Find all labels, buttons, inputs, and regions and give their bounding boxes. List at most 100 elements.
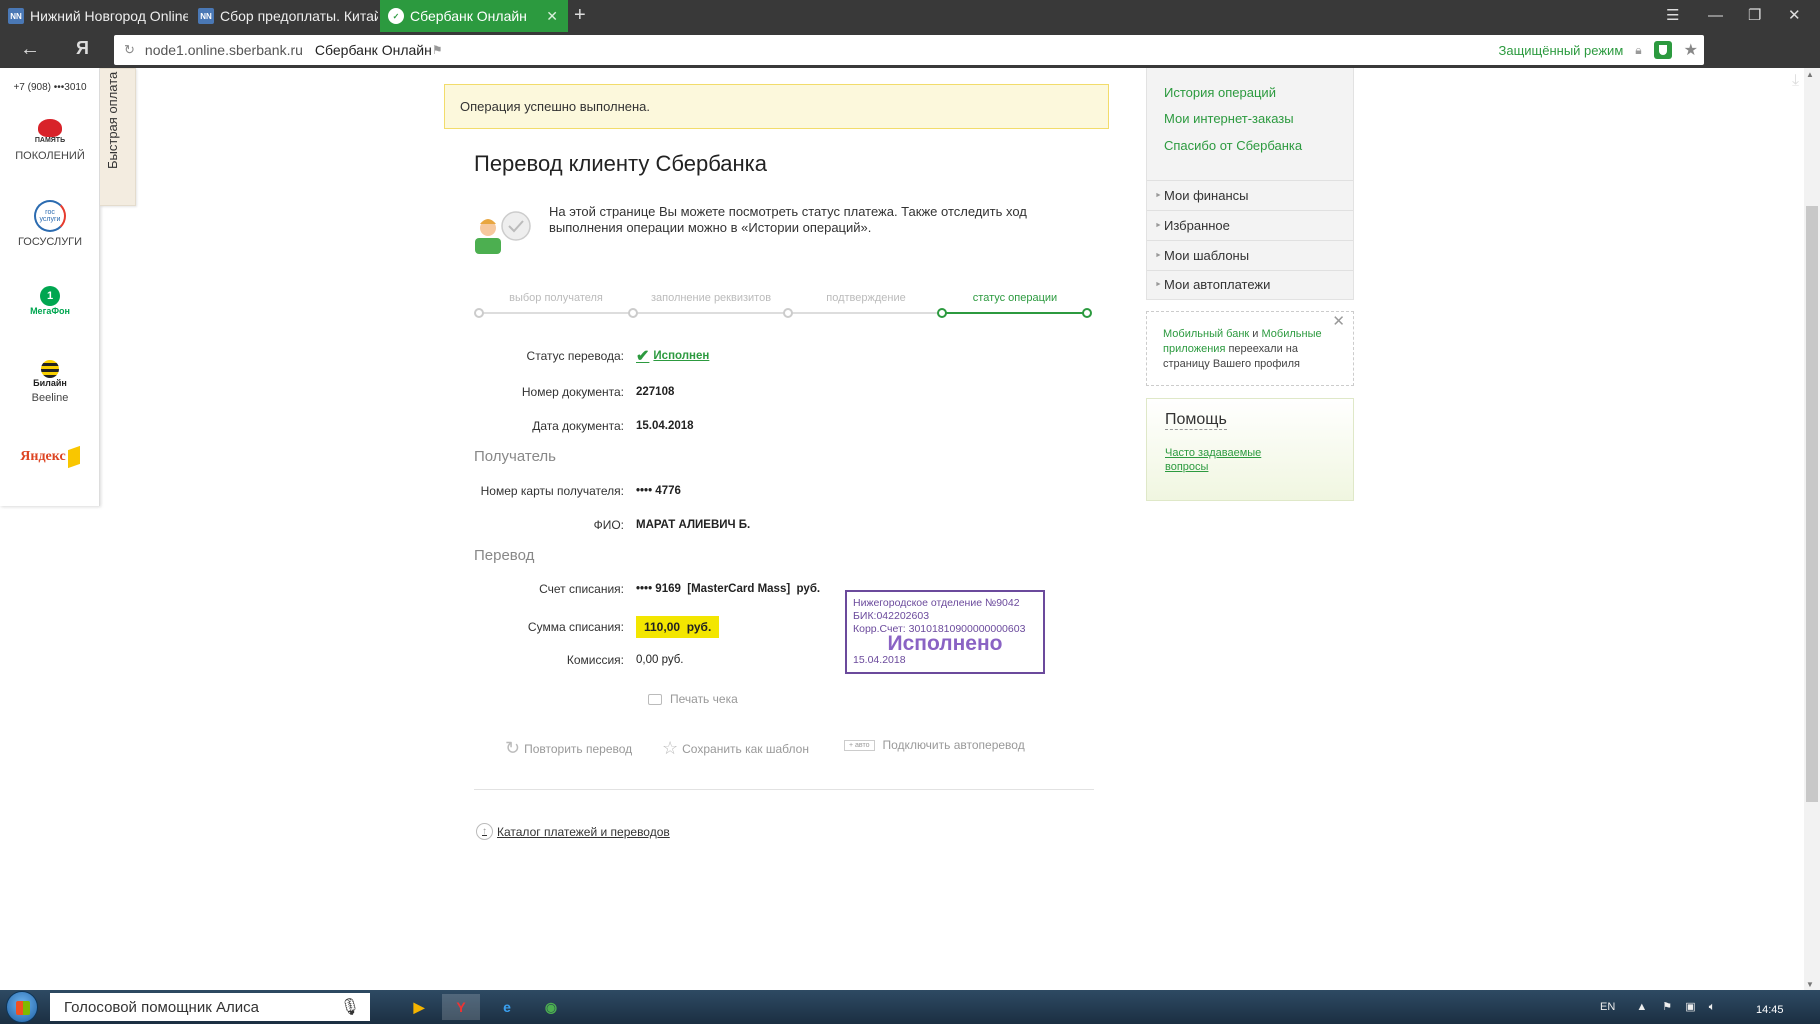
commission-value: 0,00 руб. bbox=[636, 654, 684, 666]
stamp-bik: БИК:042202603 bbox=[853, 610, 930, 622]
tab-prepayment-china[interactable]: NN Сбор предоплаты. Китай bbox=[190, 0, 378, 32]
tab-label: Сбор предоплаты. Китай bbox=[220, 8, 378, 24]
back-arrow-icon[interactable]: ← bbox=[20, 38, 40, 61]
browser-tab-bar: NN Нижний Новгород Online NN Сбор предоп… bbox=[0, 0, 1820, 32]
tab-close-icon[interactable]: ✕ bbox=[546, 8, 558, 25]
sidebar-item-templates[interactable]: ► Мои шаблоны bbox=[1147, 241, 1353, 270]
sidebar-item-finances[interactable]: ► Мои финансы bbox=[1147, 181, 1353, 210]
scroll-up-icon[interactable]: ▲ bbox=[1806, 70, 1814, 79]
protected-mode-label[interactable]: Защищённый режим bbox=[1499, 43, 1624, 58]
scrollbar-thumb[interactable] bbox=[1806, 206, 1818, 802]
step-label-confirm: подтверждение bbox=[826, 292, 906, 304]
step-dot bbox=[628, 308, 638, 318]
repeat-transfer-button[interactable]: ↻ Повторить перевод bbox=[505, 738, 632, 759]
microphone-off-icon[interactable]: 🎙︎ bbox=[340, 997, 360, 1017]
reader-flag-icon[interactable]: ⚑ bbox=[432, 43, 443, 57]
browser-menu-icon[interactable]: ☰ bbox=[1666, 6, 1679, 26]
reload-icon[interactable]: ↻ bbox=[124, 42, 135, 58]
autotransfer-button[interactable]: + авто Подключить автоперевод bbox=[844, 738, 1025, 752]
page-title: Перевод клиенту Сбербанка bbox=[474, 151, 768, 176]
step-dot bbox=[783, 308, 793, 318]
sidebar-item-autopayments[interactable]: ► Мои автоплатежи bbox=[1147, 270, 1353, 299]
language-indicator[interactable]: EN bbox=[1600, 1001, 1615, 1013]
faq-link[interactable]: Часто задаваемые вопросы bbox=[1165, 446, 1275, 474]
yandex-money-logo-icon: Яндекс bbox=[0, 445, 100, 469]
close-icon[interactable]: ✕ bbox=[1332, 314, 1345, 329]
bank-stamp: Нижегородское отделение №9042 БИК:042202… bbox=[845, 590, 1045, 674]
sidebar-link-spasibo[interactable]: Спасибо от Сбербанка bbox=[1164, 138, 1302, 153]
clock[interactable]: 14:45 bbox=[1756, 1004, 1784, 1016]
yandex-button[interactable]: Я bbox=[76, 38, 89, 59]
restore-icon[interactable]: ❐ bbox=[1748, 6, 1761, 26]
step-dot bbox=[474, 308, 484, 318]
tab-nn-online[interactable]: NN Нижний Новгород Online bbox=[0, 0, 188, 32]
help-box: Помощь Часто задаваемые вопросы bbox=[1146, 398, 1354, 501]
media-player-icon[interactable]: ▶ bbox=[400, 994, 438, 1020]
sidebar-item-label: Мои автоплатежи bbox=[1164, 277, 1271, 292]
quick-pay-beeline[interactable]: Билайн Beeline bbox=[0, 360, 100, 404]
network-icon[interactable]: ▣ bbox=[1685, 1001, 1695, 1013]
print-receipt-link[interactable]: Печать чека bbox=[648, 692, 738, 706]
name-row: ФИО: МАРАТ АЛИЕВИЧ Б. bbox=[440, 515, 1040, 535]
url-host: node1.online.sberbank.ru bbox=[144, 42, 303, 58]
doc-date-row: Дата документа: 15.04.2018 bbox=[440, 416, 1040, 436]
step-label-details: заполнение реквизитов bbox=[650, 292, 772, 304]
doc-date-value: 15.04.2018 bbox=[636, 420, 694, 432]
divider bbox=[474, 789, 1094, 790]
quick-pay-gosuslugi[interactable]: гос услуги ГОСУСЛУГИ bbox=[0, 200, 100, 248]
minimize-icon[interactable]: — bbox=[1708, 6, 1723, 26]
lock-icon[interactable]: 🔒︎ bbox=[1635, 43, 1641, 58]
card-row: Номер карты получателя: •••• 4776 bbox=[440, 481, 1040, 501]
catalog-link[interactable]: ↑ Каталог платежей и переводов bbox=[476, 823, 670, 840]
help-title[interactable]: Помощь bbox=[1165, 411, 1227, 430]
yandex-browser-icon[interactable]: Y bbox=[442, 994, 480, 1020]
sidebar-item-label: Избранное bbox=[1164, 218, 1230, 233]
show-hidden-icons-icon[interactable]: ▲ bbox=[1636, 1001, 1647, 1013]
chrome-icon[interactable]: ◉ bbox=[532, 994, 570, 1020]
start-button[interactable] bbox=[6, 991, 38, 1023]
mobile-bank-link[interactable]: Мобильный банк bbox=[1163, 328, 1249, 340]
transfer-section-heading: Перевод bbox=[474, 547, 535, 564]
url-field[interactable]: ↻ node1.online.sberbank.ru Сбербанк Онла… bbox=[114, 35, 1704, 65]
operator-info-icon bbox=[472, 206, 536, 256]
beeline-logo-icon: Билайн bbox=[0, 360, 100, 388]
chevron-right-icon: ► bbox=[1155, 281, 1162, 288]
quick-pay-yandex[interactable]: Яндекс bbox=[0, 445, 100, 470]
tab-label: Сбербанк Онлайн bbox=[410, 8, 527, 24]
quick-pay-pamyat-pokoleniy[interactable]: ПАМЯТЬ ПОКОЛЕНИЙ bbox=[0, 116, 100, 162]
chevron-right-icon: ► bbox=[1155, 222, 1162, 229]
success-message: Операция успешно выполнена. bbox=[444, 84, 1109, 129]
stamp-date: 15.04.2018 bbox=[853, 654, 906, 666]
field-label: Сумма списания: bbox=[527, 620, 624, 634]
quick-pay-tab[interactable]: Быстрая оплата bbox=[100, 68, 136, 206]
sidebar-link-history[interactable]: История операций bbox=[1164, 85, 1276, 100]
flag-icon[interactable]: ⚑ bbox=[1662, 1001, 1672, 1013]
quick-pay-megafon[interactable]: 1 МегаФон bbox=[0, 286, 100, 320]
shield-icon[interactable] bbox=[1653, 41, 1672, 59]
recipient-name-value: МАРАТ АЛИЕВИЧ Б. bbox=[636, 519, 751, 531]
system-tray: EN ▲ ⚑ ▣ 🔈︎ bbox=[1600, 1000, 1715, 1014]
bookmark-star-icon[interactable]: ★ bbox=[1684, 40, 1698, 60]
internet-explorer-icon[interactable]: e bbox=[488, 994, 526, 1020]
scroll-down-icon[interactable]: ▼ bbox=[1806, 980, 1814, 989]
status-value[interactable]: ✔ Исполнен bbox=[636, 346, 709, 366]
account-value: •••• 9169 [MasterCard Mass] руб. bbox=[636, 583, 821, 595]
quick-pay-phone[interactable]: +7 (908) •••3010 bbox=[0, 82, 100, 93]
sidebar-item-label: Мои шаблоны bbox=[1164, 248, 1250, 263]
doc-number-row: Номер документа: 227108 bbox=[440, 382, 1040, 402]
notice-and: и bbox=[1249, 328, 1262, 340]
stamp-status: Исполнено bbox=[887, 632, 1003, 655]
save-template-button[interactable]: ☆ Сохранить как шаблон bbox=[662, 738, 809, 759]
close-window-icon[interactable]: ✕ bbox=[1788, 6, 1801, 26]
auto-badge-icon: + авто bbox=[844, 739, 875, 751]
sidebar-link-orders[interactable]: Мои интернет-заказы bbox=[1164, 111, 1294, 126]
alice-voice-assistant[interactable]: Голосовой помощник Алиса 🎙︎ bbox=[50, 993, 370, 1021]
download-icon[interactable]: ⤓ bbox=[1792, 72, 1799, 90]
new-tab-icon[interactable]: + bbox=[574, 4, 586, 26]
field-label: ФИО: bbox=[593, 518, 624, 532]
tab-sberbank-online[interactable]: ✓ Сбербанк Онлайн ✕ bbox=[380, 0, 568, 32]
quick-pay-label: Beeline bbox=[31, 392, 69, 404]
volume-icon[interactable]: 🔈︎ bbox=[1709, 1001, 1716, 1013]
sidebar-item-favorites[interactable]: ► Избранное bbox=[1147, 211, 1353, 240]
nn-favicon-icon: NN bbox=[198, 8, 214, 24]
